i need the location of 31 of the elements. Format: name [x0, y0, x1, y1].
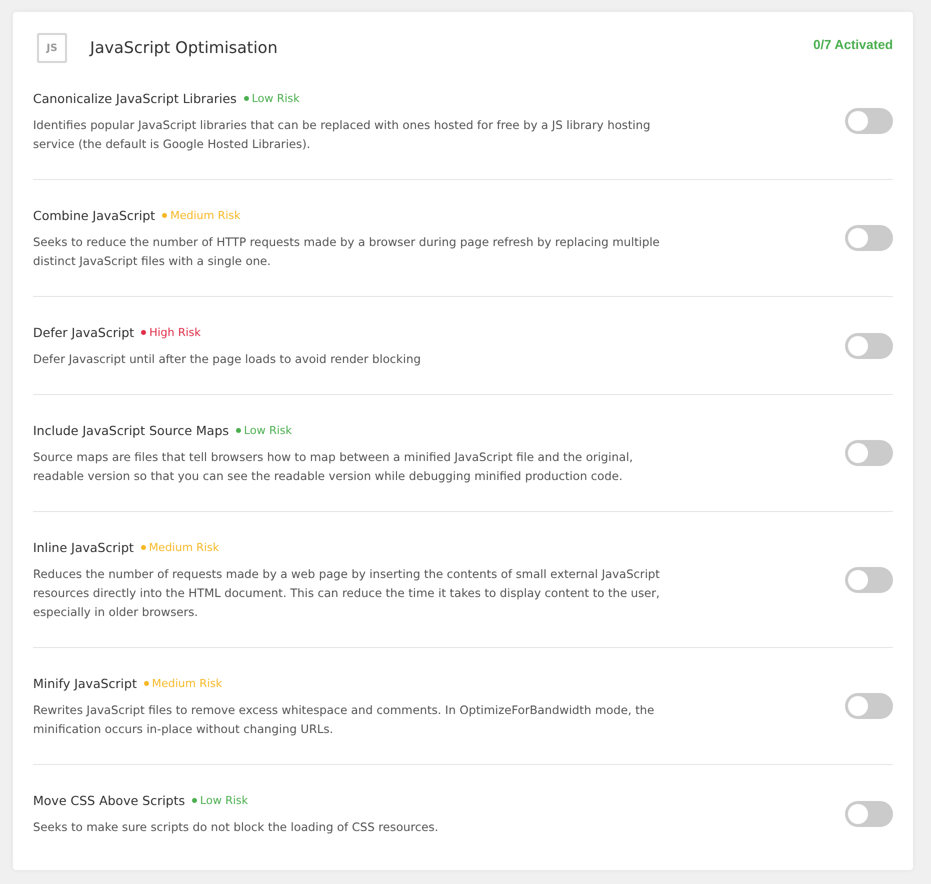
risk-label: Medium Risk	[148, 540, 220, 554]
risk-label: High Risk	[149, 326, 201, 338]
toggle-switch[interactable]	[845, 440, 893, 466]
risk-label: Medium Risk	[170, 208, 240, 222]
activated-count: 0/7 Activated	[813, 36, 893, 54]
risk-label: Low Risk	[244, 424, 292, 436]
option-title: Combine JavaScript	[33, 208, 156, 222]
toggle-switch[interactable]	[845, 108, 893, 134]
option-description: Rewrites JavaScript files to remove excess whitespace and comments. In OptimizeForBandwidth mode, the minification occurs in-place without changing URLs.	[33, 702, 656, 738]
option-title: Canonicalize JavaScript Libraries	[33, 90, 237, 106]
option-title: Move CSS Above Scripts	[33, 792, 186, 808]
js-file-icon: JS	[37, 33, 67, 63]
option-description: Defer Javascript until after the page loads to avoid render blocking	[33, 351, 422, 368]
option-title: Minify JavaScript	[33, 676, 137, 690]
option-title: Include JavaScript Source Maps	[33, 422, 229, 438]
risk-label: Medium Risk	[152, 676, 222, 690]
option-description: Seeks to reduce the number of HTTP requests made by a browser during page refresh by replacing multiple distinct JavaScript files with a single one.	[33, 234, 661, 270]
option-title: Defer JavaScript	[33, 324, 134, 340]
toggle-switch[interactable]	[845, 800, 893, 826]
risk-label: Low Risk	[252, 92, 300, 104]
option-description: Seeks to make sure scripts do not block the loading of CSS resources.	[33, 819, 440, 836]
option-description: Reduces the number of requests made by a web page by inserting the contents of small external JavaScript resources directly into the HTML document. This can reduce the time it takes to display content to the user, especially in older browsers.	[33, 566, 661, 621]
toggle-switch[interactable]	[845, 225, 893, 251]
toggle-switch[interactable]	[845, 566, 893, 592]
option-title: Inline JavaScript	[33, 540, 134, 554]
toggle-switch[interactable]	[845, 332, 893, 358]
option-description: Source maps are files that tell browsers how to map between a minified JavaScript file and the original, readable version so that you can see the readable version while debugging minified production code.	[33, 449, 634, 485]
toggle-switch[interactable]	[845, 693, 893, 719]
risk-label: Low Risk	[200, 794, 248, 806]
panel-title: JavaScript Optimisation	[90, 37, 278, 59]
option-description: Identifies popular JavaScript libraries that can be replaced with ones hosted for free by a JS library hosting service (the default is Google Hosted Libraries).	[33, 117, 652, 153]
